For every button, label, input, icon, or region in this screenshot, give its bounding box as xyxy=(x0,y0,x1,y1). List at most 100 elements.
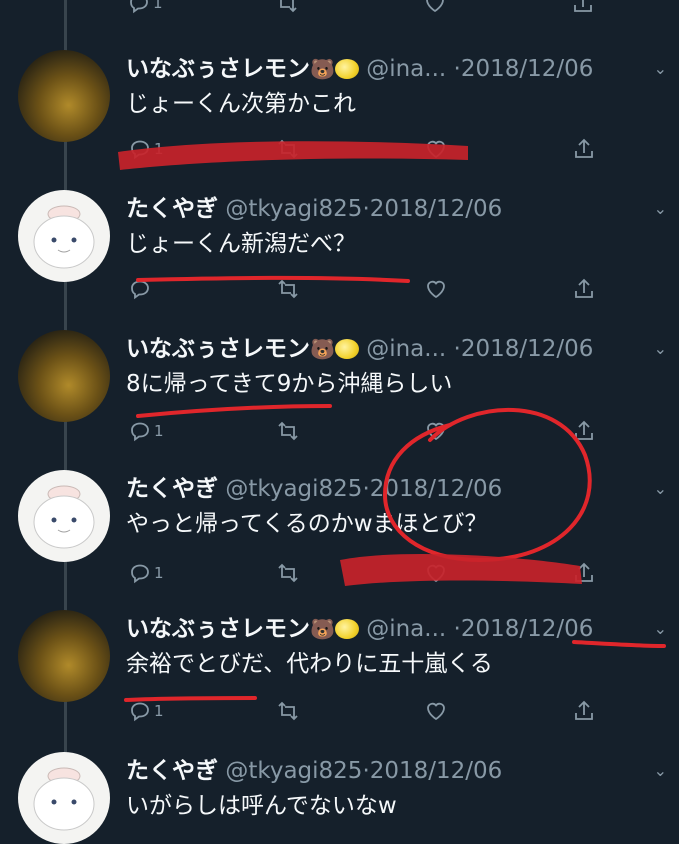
chevron-down-icon[interactable]: ⌄ xyxy=(654,472,667,506)
heart-icon xyxy=(427,140,445,159)
like-button[interactable] xyxy=(423,0,447,20)
reply-icon xyxy=(131,280,149,300)
share-button[interactable] xyxy=(572,414,596,448)
reply-icon xyxy=(130,0,148,14)
share-button[interactable] xyxy=(572,694,596,728)
lemon-emoji-icon xyxy=(334,619,359,639)
reply-count: 1 xyxy=(154,140,164,158)
retweet-icon xyxy=(278,139,298,159)
top-action-bar: 1 xyxy=(125,0,639,22)
reply-button[interactable]: 1 xyxy=(128,132,164,166)
reply-button[interactable] xyxy=(128,272,154,306)
share-button[interactable] xyxy=(572,272,596,306)
handle[interactable]: @tkyagi825 xyxy=(225,196,362,222)
avatar[interactable] xyxy=(18,190,110,282)
share-icon xyxy=(575,562,593,582)
tweet-date[interactable]: 2018/12/06 xyxy=(461,336,594,362)
handle[interactable]: @tkyagi825 xyxy=(225,758,362,784)
retweet-button[interactable] xyxy=(276,272,300,306)
tweet-actions: 1 xyxy=(128,414,629,448)
like-button[interactable] xyxy=(424,414,448,448)
character-avatar-icon xyxy=(33,205,95,269)
avatar[interactable] xyxy=(18,50,110,142)
tweet-date[interactable]: 2018/12/06 xyxy=(370,476,503,502)
reply-button[interactable]: 1 xyxy=(127,0,163,20)
heart-icon xyxy=(427,564,445,583)
reply-count: 1 xyxy=(154,702,164,720)
chevron-down-icon[interactable]: ⌄ xyxy=(654,332,667,366)
reply-count: 1 xyxy=(154,564,164,582)
avatar[interactable] xyxy=(18,330,110,422)
display-name[interactable]: いなぶぅさレモン xyxy=(126,616,310,642)
avatar[interactable] xyxy=(18,752,110,844)
tweet-text: 余裕でとびだ、代わりに五十嵐くる xyxy=(126,651,493,677)
heart-icon xyxy=(427,422,445,441)
share-button[interactable] xyxy=(571,0,595,20)
tweet-header: いなぶぅさレモン🐻 @ina... ·2018/12/06 ⌄ xyxy=(126,612,669,646)
tweet-actions xyxy=(128,272,629,306)
display-name[interactable]: たくやぎ xyxy=(126,196,218,222)
handle[interactable]: @ina... xyxy=(366,336,446,362)
reply-button[interactable]: 1 xyxy=(128,694,164,728)
avatar[interactable] xyxy=(18,470,110,562)
separator-dot: · xyxy=(362,196,370,222)
tweet-header: たくやぎ @tkyagi825·2018/12/06 ⌄ xyxy=(126,472,669,506)
separator-dot: · xyxy=(453,616,461,642)
display-name[interactable]: たくやぎ xyxy=(126,758,218,784)
reply-button[interactable]: 1 xyxy=(128,556,164,590)
share-icon xyxy=(574,0,592,12)
retweet-button[interactable] xyxy=(276,556,300,590)
retweet-button[interactable] xyxy=(276,694,300,728)
separator-dot: · xyxy=(453,56,461,82)
like-button[interactable] xyxy=(424,556,448,590)
reply-icon xyxy=(131,564,149,584)
separator-dot: · xyxy=(362,758,370,784)
chevron-down-icon[interactable]: ⌄ xyxy=(654,754,667,788)
chevron-down-icon[interactable]: ⌄ xyxy=(654,52,667,86)
reply-icon xyxy=(131,140,149,160)
tweet-text: やっと帰ってくるのかwまほとび？ xyxy=(126,511,488,537)
avatar[interactable] xyxy=(18,610,110,702)
share-button[interactable] xyxy=(572,556,596,590)
share-icon xyxy=(575,278,593,298)
retweet-icon xyxy=(278,563,298,583)
retweet-button[interactable] xyxy=(276,132,300,166)
separator-dot: · xyxy=(362,476,370,502)
tweet-actions: 1 xyxy=(128,694,629,728)
tweet-header: たくやぎ @tkyagi825·2018/12/06 ⌄ xyxy=(126,754,669,788)
reply-icon xyxy=(131,702,149,722)
share-icon xyxy=(575,138,593,158)
tweet-date[interactable]: 2018/12/06 xyxy=(461,56,594,82)
share-button[interactable] xyxy=(572,132,596,166)
chevron-down-icon[interactable]: ⌄ xyxy=(654,612,667,646)
bear-emoji-icon: 🐻 xyxy=(310,337,335,361)
handle[interactable]: @ina... xyxy=(366,616,446,642)
lemon-emoji-icon xyxy=(334,339,359,359)
tweet-date[interactable]: 2018/12/06 xyxy=(370,196,503,222)
tweet-text: いがらしは呼んでないなw xyxy=(126,793,397,819)
like-button[interactable] xyxy=(424,272,448,306)
reply-icon xyxy=(131,422,149,442)
reply-button[interactable]: 1 xyxy=(128,414,164,448)
tweet-text: じょーくん新潟だべ？ xyxy=(126,231,356,257)
tweet-date[interactable]: 2018/12/06 xyxy=(370,758,503,784)
bear-emoji-icon: 🐻 xyxy=(310,57,335,81)
tweet-text: 8に帰ってきて9から沖縄らしい xyxy=(126,371,453,397)
retweet-button[interactable] xyxy=(276,414,300,448)
display-name[interactable]: いなぶぅさレモン xyxy=(126,56,310,82)
display-name[interactable]: たくやぎ xyxy=(126,476,218,502)
like-button[interactable] xyxy=(424,694,448,728)
chevron-down-icon[interactable]: ⌄ xyxy=(654,192,667,226)
bear-emoji-icon: 🐻 xyxy=(310,617,335,641)
retweet-button[interactable] xyxy=(275,0,299,20)
handle[interactable]: @ina... xyxy=(366,56,446,82)
heart-icon xyxy=(427,280,445,299)
lemon-emoji-icon xyxy=(334,59,359,79)
tweet-header: いなぶぅさレモン🐻 @ina... ·2018/12/06 ⌄ xyxy=(126,332,669,366)
tweet-date[interactable]: 2018/12/06 xyxy=(461,616,594,642)
handle[interactable]: @tkyagi825 xyxy=(225,476,362,502)
share-icon xyxy=(575,700,593,720)
tweet-header: たくやぎ @tkyagi825·2018/12/06 ⌄ xyxy=(126,192,669,226)
like-button[interactable] xyxy=(424,132,448,166)
display-name[interactable]: いなぶぅさレモン xyxy=(126,336,310,362)
